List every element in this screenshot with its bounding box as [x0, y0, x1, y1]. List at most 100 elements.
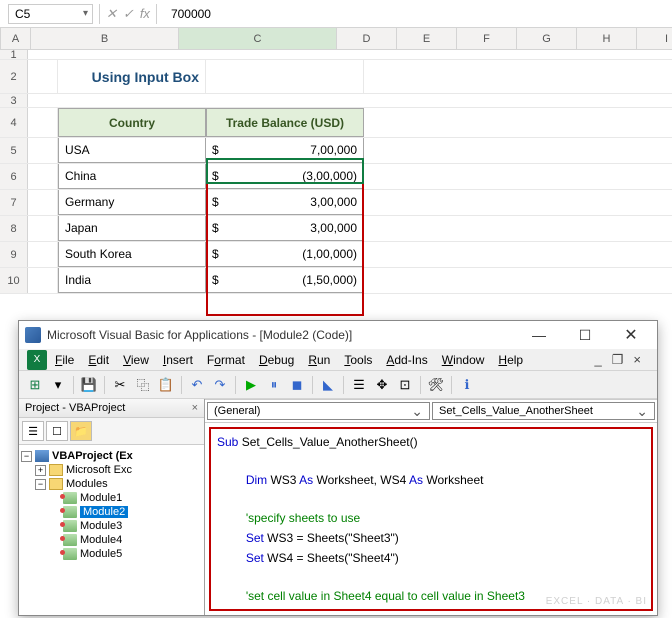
cell-country[interactable]: China [58, 164, 206, 189]
cell-value[interactable]: $3,00,000 [206, 190, 364, 215]
menu-view[interactable]: View [117, 351, 155, 369]
col-header[interactable]: G [517, 28, 577, 49]
break-icon[interactable]: ⏸ [264, 375, 284, 395]
cell[interactable] [28, 108, 58, 137]
cell-country[interactable]: Japan [58, 216, 206, 241]
cell[interactable] [28, 216, 58, 241]
row-header[interactable]: 6 [0, 164, 28, 189]
paste-icon[interactable]: 📋 [156, 375, 176, 395]
col-header[interactable]: A [1, 28, 31, 49]
folder-toggle-icon[interactable]: 📁 [70, 421, 92, 441]
cell[interactable] [28, 242, 58, 267]
tree-module[interactable]: Module3 [80, 520, 122, 532]
copy-icon[interactable]: ⿻ [133, 375, 153, 395]
worksheet-grid[interactable]: 1 2 Using Input Box 3 4 Country Trade Ba… [0, 50, 672, 294]
view-code-icon[interactable]: ☰ [22, 421, 44, 441]
menu-edit[interactable]: Edit [82, 351, 115, 369]
minimize-button[interactable]: — [519, 323, 559, 347]
view-excel-icon[interactable]: ⊞ [25, 375, 45, 395]
name-box[interactable]: C5 [8, 4, 93, 24]
vba-titlebar[interactable]: Microsoft Visual Basic for Applications … [19, 321, 657, 349]
col-header[interactable]: C [179, 28, 337, 49]
cell-value[interactable]: $(1,00,000) [206, 242, 364, 267]
formula-input[interactable]: 700000 [163, 7, 664, 21]
mdi-min-icon[interactable]: _ [595, 352, 602, 368]
row-header[interactable]: 1 [0, 50, 28, 59]
row-header[interactable]: 10 [0, 268, 28, 293]
cell-value[interactable]: $3,00,000 [206, 216, 364, 241]
menu-tools[interactable]: Tools [338, 351, 378, 369]
col-header[interactable]: D [337, 28, 397, 49]
tree-folder[interactable]: Microsoft Exc [66, 464, 132, 476]
tree-module[interactable]: Module1 [80, 492, 122, 504]
cell-country[interactable]: USA [58, 138, 206, 163]
cut-icon[interactable]: ✂ [110, 375, 130, 395]
tree-expand-icon[interactable]: + [35, 465, 46, 476]
design-mode-icon[interactable]: ◣ [318, 375, 338, 395]
menu-run[interactable]: Run [302, 351, 336, 369]
cell-value[interactable]: $(3,00,000) [206, 164, 364, 189]
table-header[interactable]: Country [58, 108, 206, 137]
redo-icon[interactable]: ↷ [210, 375, 230, 395]
cell[interactable] [28, 60, 58, 93]
col-header[interactable]: H [577, 28, 637, 49]
run-icon[interactable]: ▶ [241, 375, 261, 395]
menu-debug[interactable]: Debug [253, 351, 300, 369]
fx-icon[interactable]: fx [140, 6, 150, 21]
cell-country[interactable]: Germany [58, 190, 206, 215]
toolbox-icon[interactable]: 🛠 [426, 375, 446, 395]
menu-format[interactable]: Format [201, 351, 251, 369]
row-header[interactable]: 7 [0, 190, 28, 215]
cell-country[interactable]: India [58, 268, 206, 293]
procedure-dropdown[interactable]: Set_Cells_Value_AnotherSheet [432, 402, 655, 420]
menu-window[interactable]: Window [436, 351, 491, 369]
reset-icon[interactable]: ◼ [287, 375, 307, 395]
project-tree[interactable]: −VBAProject (Ex +Microsoft Exc −Modules … [19, 445, 204, 565]
row-header[interactable]: 5 [0, 138, 28, 163]
tree-collapse-icon[interactable]: − [35, 479, 46, 490]
excel-icon[interactable]: X [27, 350, 47, 370]
view-object-icon[interactable]: ☐ [46, 421, 68, 441]
row-header[interactable]: 3 [0, 94, 28, 107]
project-explorer-icon[interactable]: ☰ [349, 375, 369, 395]
mdi-restore-icon[interactable]: ❐ [612, 352, 624, 368]
cell[interactable] [28, 138, 58, 163]
col-header[interactable]: B [31, 28, 179, 49]
tree-module[interactable]: Module5 [80, 548, 122, 560]
menu-insert[interactable]: Insert [157, 351, 199, 369]
row-header[interactable]: 9 [0, 242, 28, 267]
col-header[interactable]: F [457, 28, 517, 49]
row-header[interactable]: 8 [0, 216, 28, 241]
tree-module[interactable]: Module4 [80, 534, 122, 546]
tree-collapse-icon[interactable]: − [21, 451, 32, 462]
cell-value[interactable]: $(1,50,000) [206, 268, 364, 293]
save-icon[interactable]: 💾 [79, 375, 99, 395]
cell[interactable] [28, 190, 58, 215]
col-header[interactable]: E [397, 28, 457, 49]
menu-file[interactable]: File [49, 351, 80, 369]
panel-close-icon[interactable]: × [192, 402, 198, 414]
table-header[interactable]: Trade Balance (USD) [206, 108, 364, 137]
cell-country[interactable]: South Korea [58, 242, 206, 267]
tree-module-selected[interactable]: Module2 [80, 506, 128, 518]
tree-folder[interactable]: Modules [66, 478, 108, 490]
cancel-icon[interactable]: ✕ [106, 6, 117, 22]
menu-help[interactable]: Help [492, 351, 529, 369]
row-header[interactable]: 2 [0, 60, 28, 93]
help-icon[interactable]: ℹ [457, 375, 477, 395]
code-editor[interactable]: Sub Set_Cells_Value_AnotherSheet() Dim W… [205, 423, 657, 615]
cell[interactable] [28, 268, 58, 293]
cell-value[interactable]: $7,00,000 [206, 138, 364, 163]
col-header[interactable]: I [637, 28, 672, 49]
properties-icon[interactable]: ✥ [372, 375, 392, 395]
undo-icon[interactable]: ↶ [187, 375, 207, 395]
enter-icon[interactable]: ✓ [123, 6, 134, 22]
cell[interactable] [28, 164, 58, 189]
close-button[interactable]: ✕ [611, 323, 651, 347]
menu-addins[interactable]: Add-Ins [380, 351, 433, 369]
project-panel-title[interactable]: Project - VBAProject× [19, 399, 204, 418]
tree-project[interactable]: VBAProject (Ex [52, 450, 133, 462]
object-dropdown[interactable]: (General) [207, 402, 430, 420]
dropdown-icon[interactable]: ▾ [48, 375, 68, 395]
mdi-close-icon[interactable]: × [633, 352, 641, 368]
